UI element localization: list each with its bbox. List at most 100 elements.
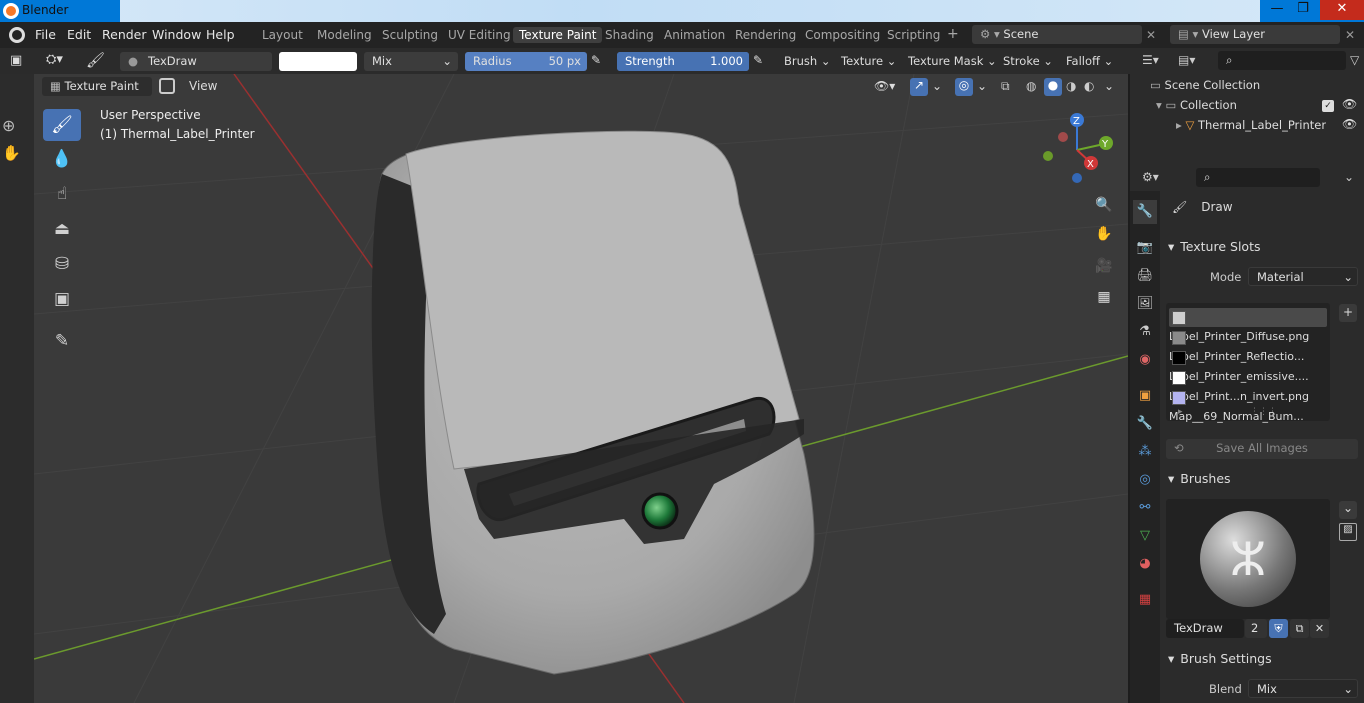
zoom-icon[interactable]: 🔍	[1092, 193, 1116, 217]
object-visibility-icon[interactable]: 👁	[1342, 117, 1357, 131]
rendered-shading-icon[interactable]: ◐	[1084, 79, 1094, 93]
scene-tab-icon[interactable]: ⚗	[1133, 320, 1157, 344]
tab-shading[interactable]: Shading	[599, 27, 660, 43]
texture-menu[interactable]: Texture ⌄	[835, 52, 902, 71]
modifier-tab-icon[interactable]: 🔧	[1133, 412, 1157, 436]
texture-slot-row[interactable]: Map__69_Normal_Bum...	[1169, 388, 1327, 423]
smear-tool-button[interactable]: ☝	[43, 178, 81, 210]
add-icon[interactable]: ⊕	[2, 116, 15, 135]
wireframe-shading-icon[interactable]: ◍	[1026, 79, 1036, 93]
list-resize-handle[interactable]: ⋮⋮⋮	[1250, 407, 1277, 417]
add-workspace-button[interactable]: +	[941, 25, 965, 43]
unlink-brush-icon[interactable]: ✕	[1310, 619, 1329, 638]
texture-slot-row[interactable]: Label_Printer_Diffuse.png	[1169, 308, 1327, 343]
brush-name-input[interactable]: TexDraw	[1166, 619, 1244, 638]
render-tab-icon[interactable]: 📷	[1133, 236, 1157, 260]
world-tab-icon[interactable]: ◉	[1133, 348, 1157, 372]
paint-color-swatch[interactable]	[279, 52, 357, 71]
editor-type-icon[interactable]: ▣	[10, 53, 22, 68]
view-layer-close-icon[interactable]: ✕	[1345, 28, 1355, 42]
fill-tool-button[interactable]: ⛁	[43, 248, 81, 280]
output-tab-icon[interactable]: 🖨	[1133, 264, 1157, 288]
display-mode-icon[interactable]: ▤▾	[1178, 53, 1195, 67]
strength-pressure-icon[interactable]: ✎	[753, 53, 763, 67]
brush-settings-header[interactable]: ▾ Brush Settings	[1162, 651, 1364, 673]
brush-list-dropdown[interactable]: ⌄	[1339, 501, 1357, 519]
texture-tab-icon[interactable]: ▦	[1133, 588, 1157, 612]
hand-icon[interactable]: ✋	[2, 144, 21, 162]
brushes-header[interactable]: ▾ Brushes	[1162, 471, 1364, 493]
data-tab-icon[interactable]: ▽	[1133, 524, 1157, 548]
texture-slot-row[interactable]: Label_Printer_Reflectio...	[1169, 328, 1327, 363]
view-layer-tab-icon[interactable]: 🖼	[1133, 292, 1157, 316]
constraints-tab-icon[interactable]: ⚯	[1133, 496, 1157, 520]
add-texture-slot-button[interactable]: +	[1339, 304, 1357, 322]
close-button[interactable]: ✕	[1320, 0, 1364, 20]
falloff-menu[interactable]: Falloff ⌄	[1060, 52, 1119, 71]
scene-close-icon[interactable]: ✕	[1146, 28, 1156, 42]
duplicate-brush-icon[interactable]: ⧉	[1290, 619, 1309, 638]
brush-preview[interactable]: ⵣ	[1166, 499, 1330, 619]
texture-mode-dropdown[interactable]: Material ⌄	[1248, 267, 1358, 286]
object-row[interactable]: ▸ ▽ Thermal_Label_Printer	[1176, 118, 1326, 132]
radius-slider[interactable]: Radius 50 px	[465, 52, 587, 71]
tool-mode-icon[interactable]: ⛭▾	[46, 52, 63, 67]
tab-compositing[interactable]: Compositing	[799, 27, 886, 43]
tab-texture-paint[interactable]: Texture Paint	[513, 27, 603, 43]
object-tab-icon[interactable]: ▣	[1133, 384, 1157, 408]
strength-slider[interactable]: Strength 1.000	[617, 52, 749, 71]
texture-slot-row[interactable]: Label_Print...n_invert.png	[1169, 368, 1327, 403]
scene-selector[interactable]: ⚙ ▾ Scene	[972, 25, 1142, 44]
particles-tab-icon[interactable]: ⁂	[1133, 440, 1157, 464]
brush-blend-dropdown[interactable]: Mix ⌄	[1248, 679, 1358, 698]
brush-image-icon[interactable]: ▨	[1339, 523, 1357, 541]
properties-search-input[interactable]: ⌕	[1196, 168, 1320, 187]
annotate-tool-button[interactable]: ✎	[43, 325, 81, 357]
brush-menu[interactable]: Brush ⌄	[778, 52, 836, 71]
radius-pressure-icon[interactable]: ✎	[591, 53, 601, 67]
blender-menu-icon[interactable]	[9, 27, 25, 43]
tab-sculpting[interactable]: Sculpting	[376, 27, 444, 43]
brush-users-count[interactable]: 2	[1245, 619, 1267, 638]
tab-uv-editing[interactable]: UV Editing	[442, 27, 517, 43]
menu-edit[interactable]: Edit	[67, 27, 91, 42]
draw-tool-button[interactable]: 🖌	[43, 109, 81, 141]
tab-animation[interactable]: Animation	[658, 27, 731, 43]
menu-help[interactable]: Help	[206, 27, 235, 42]
brush-name-field[interactable]: ● TexDraw	[120, 52, 272, 71]
camera-view-icon[interactable]: 🎥	[1092, 254, 1116, 278]
maximize-button[interactable]: ❐	[1290, 0, 1316, 20]
list-expand-icon[interactable]: ▸	[1178, 407, 1183, 417]
view-layer-selector[interactable]: ▤ ▾ View Layer	[1170, 25, 1340, 44]
material-tab-icon[interactable]: ◕	[1133, 552, 1157, 576]
tab-rendering[interactable]: Rendering	[729, 27, 802, 43]
blend-mode-dropdown[interactable]: Mix ⌄	[364, 52, 458, 71]
collection-checkbox[interactable]: ✓	[1322, 100, 1334, 112]
tab-modeling[interactable]: Modeling	[311, 27, 378, 43]
texture-slot-row[interactable]: Label_Printer_emissive....	[1169, 348, 1327, 383]
filter-icon[interactable]: ▽	[1350, 53, 1359, 67]
minimize-button[interactable]: —	[1264, 0, 1290, 20]
view-menu[interactable]: View	[189, 79, 217, 93]
save-all-images-button[interactable]: ⟲ Save All Images	[1166, 439, 1358, 459]
soften-tool-button[interactable]: 💧	[43, 143, 81, 175]
gizmo-toggle-icon[interactable]: ↗	[910, 78, 928, 96]
texture-slots-header[interactable]: ▾ Texture Slots	[1162, 239, 1364, 261]
xray-icon[interactable]: ⧉	[1001, 79, 1010, 94]
gizmo-dropdown-icon[interactable]: ⌄	[932, 79, 942, 93]
visibility-icon[interactable]: 👁▾	[874, 79, 895, 93]
clone-tool-button[interactable]: ⏏	[43, 213, 81, 245]
navigation-gizmo[interactable]: Z Y X	[1036, 110, 1116, 190]
solid-shading-icon[interactable]: ●	[1044, 78, 1062, 96]
shading-dropdown-icon[interactable]: ⌄	[1104, 79, 1114, 93]
mask-tool-button[interactable]: ▣	[43, 283, 81, 315]
overlay-toggle-icon[interactable]: ◎	[955, 78, 973, 96]
menu-file[interactable]: File	[35, 27, 56, 42]
tab-layout[interactable]: Layout	[256, 27, 309, 43]
stroke-menu[interactable]: Stroke ⌄	[997, 52, 1059, 71]
texture-mask-menu[interactable]: Texture Mask ⌄	[902, 52, 1003, 71]
properties-editor-icon[interactable]: ⚙▾	[1142, 170, 1159, 184]
tab-scripting[interactable]: Scripting	[881, 27, 946, 43]
material-shading-icon[interactable]: ◑	[1066, 79, 1076, 93]
menu-render[interactable]: Render	[102, 27, 147, 42]
